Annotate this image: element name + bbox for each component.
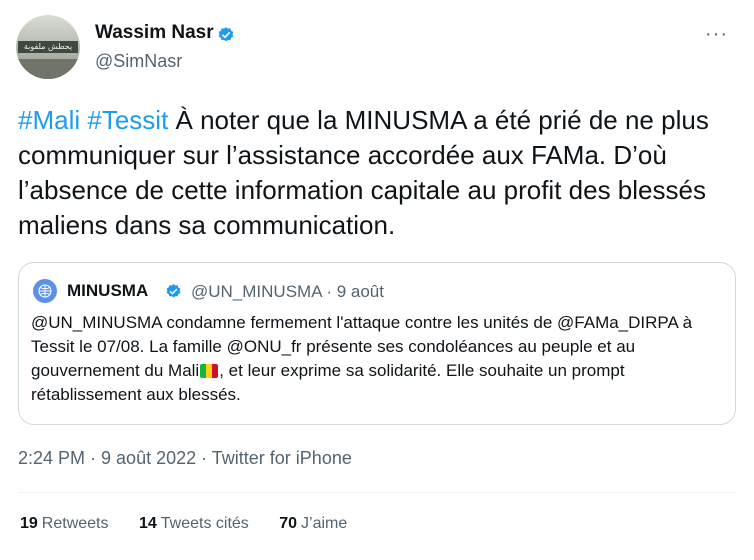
tweet-text: #Mali #Tessit À noter que la MINUSMA a é… [18,103,718,243]
mali-flag-icon [200,364,219,378]
quoted-handle: @UN_MINUSMA [191,282,322,301]
quoted-meta: @UN_MINUSMA · 9 août [191,282,384,301]
retweets-stat[interactable]: 19 Retweets [20,515,109,533]
likes-label: J’aime [301,515,348,532]
quoted-date: 9 août [336,282,384,301]
quoted-author-name: MINUSMA [67,281,149,300]
avatar-sign-text: يحطش ملفوبة [18,41,78,53]
un-logo-icon [33,279,57,303]
tweet-stats: 19 Retweets 14 Tweets cités 70 J’aime [20,515,373,533]
divider [18,492,736,493]
avatar-ground [16,59,80,79]
author-handle[interactable]: @SimNasr [95,51,182,72]
likes-stat[interactable]: 70 J’aime [279,515,347,533]
author-name[interactable]: Wassim Nasr [95,22,214,44]
tweet-timestamp[interactable]: 2:24 PM · 9 août 2022 · Twitter for iPho… [18,448,352,469]
verified-badge-icon [218,27,234,42]
likes-count: 70 [279,515,298,532]
quotes-count: 14 [138,515,157,532]
retweets-count: 19 [20,515,38,532]
hashtag-mali[interactable]: #Mali [18,105,80,135]
quoted-text: @UN_MINUSMA condamne fermement l'attaque… [31,311,731,407]
quote-tweets-stat[interactable]: 14 Tweets cités [139,515,249,533]
quoted-verified-badge-icon [166,284,181,298]
quoted-tweet[interactable]: MINUSMA @UN_MINUSMA · 9 août @UN_MINUSMA… [18,262,736,425]
quotes-label: Tweets cités [160,515,249,532]
author-avatar[interactable]: يحطش ملفوبة [16,15,80,79]
retweets-label: Retweets [41,515,109,532]
hashtag-tessit[interactable]: #Tessit [87,105,168,135]
more-options-icon[interactable]: ··· [705,24,728,44]
